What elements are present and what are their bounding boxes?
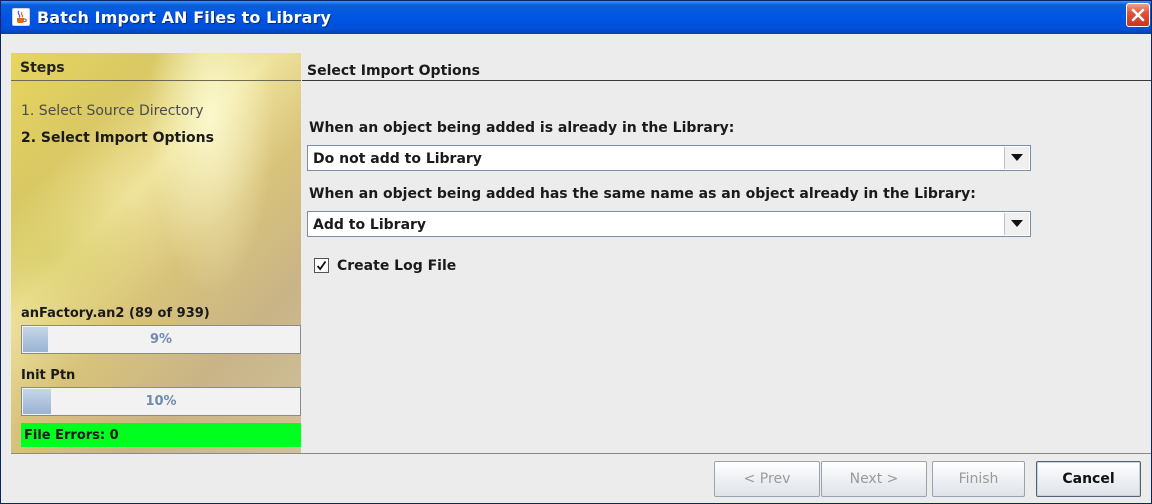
cancel-button[interactable]: Cancel [1036, 461, 1141, 497]
window-title: Batch Import AN Files to Library [37, 8, 332, 27]
file-errors-status: File Errors: 0 [21, 423, 301, 447]
duplicate-object-label: When an object being added is already in… [309, 120, 735, 136]
task-progress-bar: 10% [21, 387, 301, 416]
title-bar: Batch Import AN Files to Library [1, 1, 1151, 34]
file-progress-bar: 9% [21, 325, 301, 354]
close-button[interactable] [1126, 3, 1150, 27]
checkmark-icon [316, 260, 327, 271]
next-button[interactable]: Next > [821, 461, 927, 497]
create-log-label[interactable]: Create Log File [337, 258, 456, 274]
close-icon [1131, 8, 1145, 22]
button-bar-divider [11, 453, 1151, 454]
duplicate-object-selected: Do not add to Library [313, 151, 482, 167]
steps-divider [11, 80, 301, 81]
same-name-selected: Add to Library [313, 217, 427, 233]
title-divider [302, 80, 1151, 81]
steps-header: Steps [11, 53, 301, 81]
create-log-checkbox[interactable] [314, 258, 329, 273]
step-select-source-directory: 1. Select Source Directory [21, 103, 204, 119]
chevron-down-icon [1011, 220, 1023, 227]
page-title: Select Import Options [307, 63, 480, 79]
step-select-import-options: 2. Select Import Options [21, 130, 214, 146]
same-name-label: When an object being added has the same … [309, 186, 976, 202]
file-progress-percent: 9% [149, 332, 173, 347]
file-progress-label: anFactory.an2 (89 of 939) [21, 306, 210, 321]
batch-import-dialog: Batch Import AN Files to Library Steps 1… [0, 0, 1152, 504]
dropdown-arrow-button[interactable] [1004, 147, 1029, 169]
duplicate-object-dropdown[interactable]: Do not add to Library [307, 145, 1031, 171]
prev-button[interactable]: < Prev [714, 461, 820, 497]
task-progress-percent: 10% [145, 394, 177, 409]
steps-header-label: Steps [20, 60, 65, 76]
steps-panel: Steps 1. Select Source Directory 2. Sele… [11, 53, 301, 453]
java-cup-icon [12, 8, 30, 26]
dropdown-arrow-button[interactable] [1004, 213, 1029, 235]
same-name-dropdown[interactable]: Add to Library [307, 211, 1031, 237]
finish-button[interactable]: Finish [932, 461, 1025, 497]
task-progress-label: Init Ptn [21, 368, 76, 383]
chevron-down-icon [1011, 154, 1023, 161]
